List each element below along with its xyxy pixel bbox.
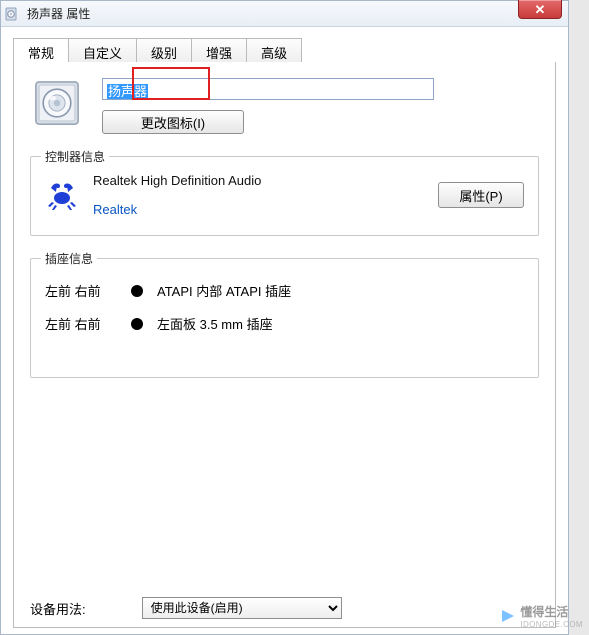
speaker-properties-window: 扬声器 属性 ✕ 常规 自定义 级别 增强 高级 — [0, 0, 569, 635]
controller-vendor-link[interactable]: Realtek — [93, 202, 424, 217]
device-usage-row: 设备用法: 使用此设备(启用) — [30, 597, 342, 619]
window-icon — [5, 6, 21, 22]
device-name-text: 扬声器 — [107, 84, 148, 99]
tab-page-general: 扬声器 更改图标(I) 控制器信息 — [13, 62, 556, 628]
device-usage-label: 设备用法: — [30, 599, 86, 618]
close-icon: ✕ — [535, 3, 546, 16]
controller-properties-button[interactable]: 属性(P) — [438, 182, 524, 208]
realtek-crab-icon — [45, 178, 79, 212]
device-header: 扬声器 更改图标(I) — [30, 76, 539, 134]
jack-description: ATAPI 内部 ATAPI 插座 — [157, 281, 291, 300]
watermark-url: IDONGDE.COM — [520, 620, 583, 629]
change-icon-button[interactable]: 更改图标(I) — [102, 110, 244, 134]
speaker-icon — [30, 76, 84, 130]
controller-name: Realtek High Definition Audio — [93, 173, 424, 188]
jack-color-dot — [131, 318, 143, 330]
watermark-text: 懂得生活 — [520, 603, 583, 620]
device-usage-select[interactable]: 使用此设备(启用) — [142, 597, 342, 619]
window-title: 扬声器 属性 — [27, 5, 90, 22]
jack-color-dot — [131, 285, 143, 297]
tab-enhancements[interactable]: 增强 — [191, 38, 247, 63]
tab-levels[interactable]: 级别 — [136, 38, 192, 63]
tab-advanced[interactable]: 高级 — [246, 38, 302, 63]
jack-description: 左面板 3.5 mm 插座 — [157, 314, 273, 333]
jack-location: 左前 右前 — [45, 314, 117, 333]
jack-row: 左前 右前 ATAPI 内部 ATAPI 插座 — [45, 281, 524, 300]
jack-row: 左前 右前 左面板 3.5 mm 插座 — [45, 314, 524, 333]
tab-strip: 常规 自定义 级别 增强 高级 — [13, 37, 556, 63]
watermark-icon — [500, 608, 516, 624]
tab-general[interactable]: 常规 — [13, 38, 69, 63]
close-button[interactable]: ✕ — [518, 0, 562, 19]
client-area: 常规 自定义 级别 增强 高级 — [1, 27, 568, 634]
titlebar[interactable]: 扬声器 属性 ✕ — [1, 1, 568, 27]
jack-location: 左前 右前 — [45, 281, 117, 300]
device-name-input[interactable]: 扬声器 — [102, 78, 434, 100]
controller-info-group: 控制器信息 — [30, 156, 539, 236]
tab-custom[interactable]: 自定义 — [68, 38, 137, 63]
controller-legend: 控制器信息 — [41, 148, 109, 165]
jack-legend: 插座信息 — [41, 250, 97, 267]
jack-info-group: 插座信息 左前 右前 ATAPI 内部 ATAPI 插座 左前 右前 左面板 3… — [30, 258, 539, 378]
watermark: 懂得生活 IDONGDE.COM — [500, 603, 583, 629]
